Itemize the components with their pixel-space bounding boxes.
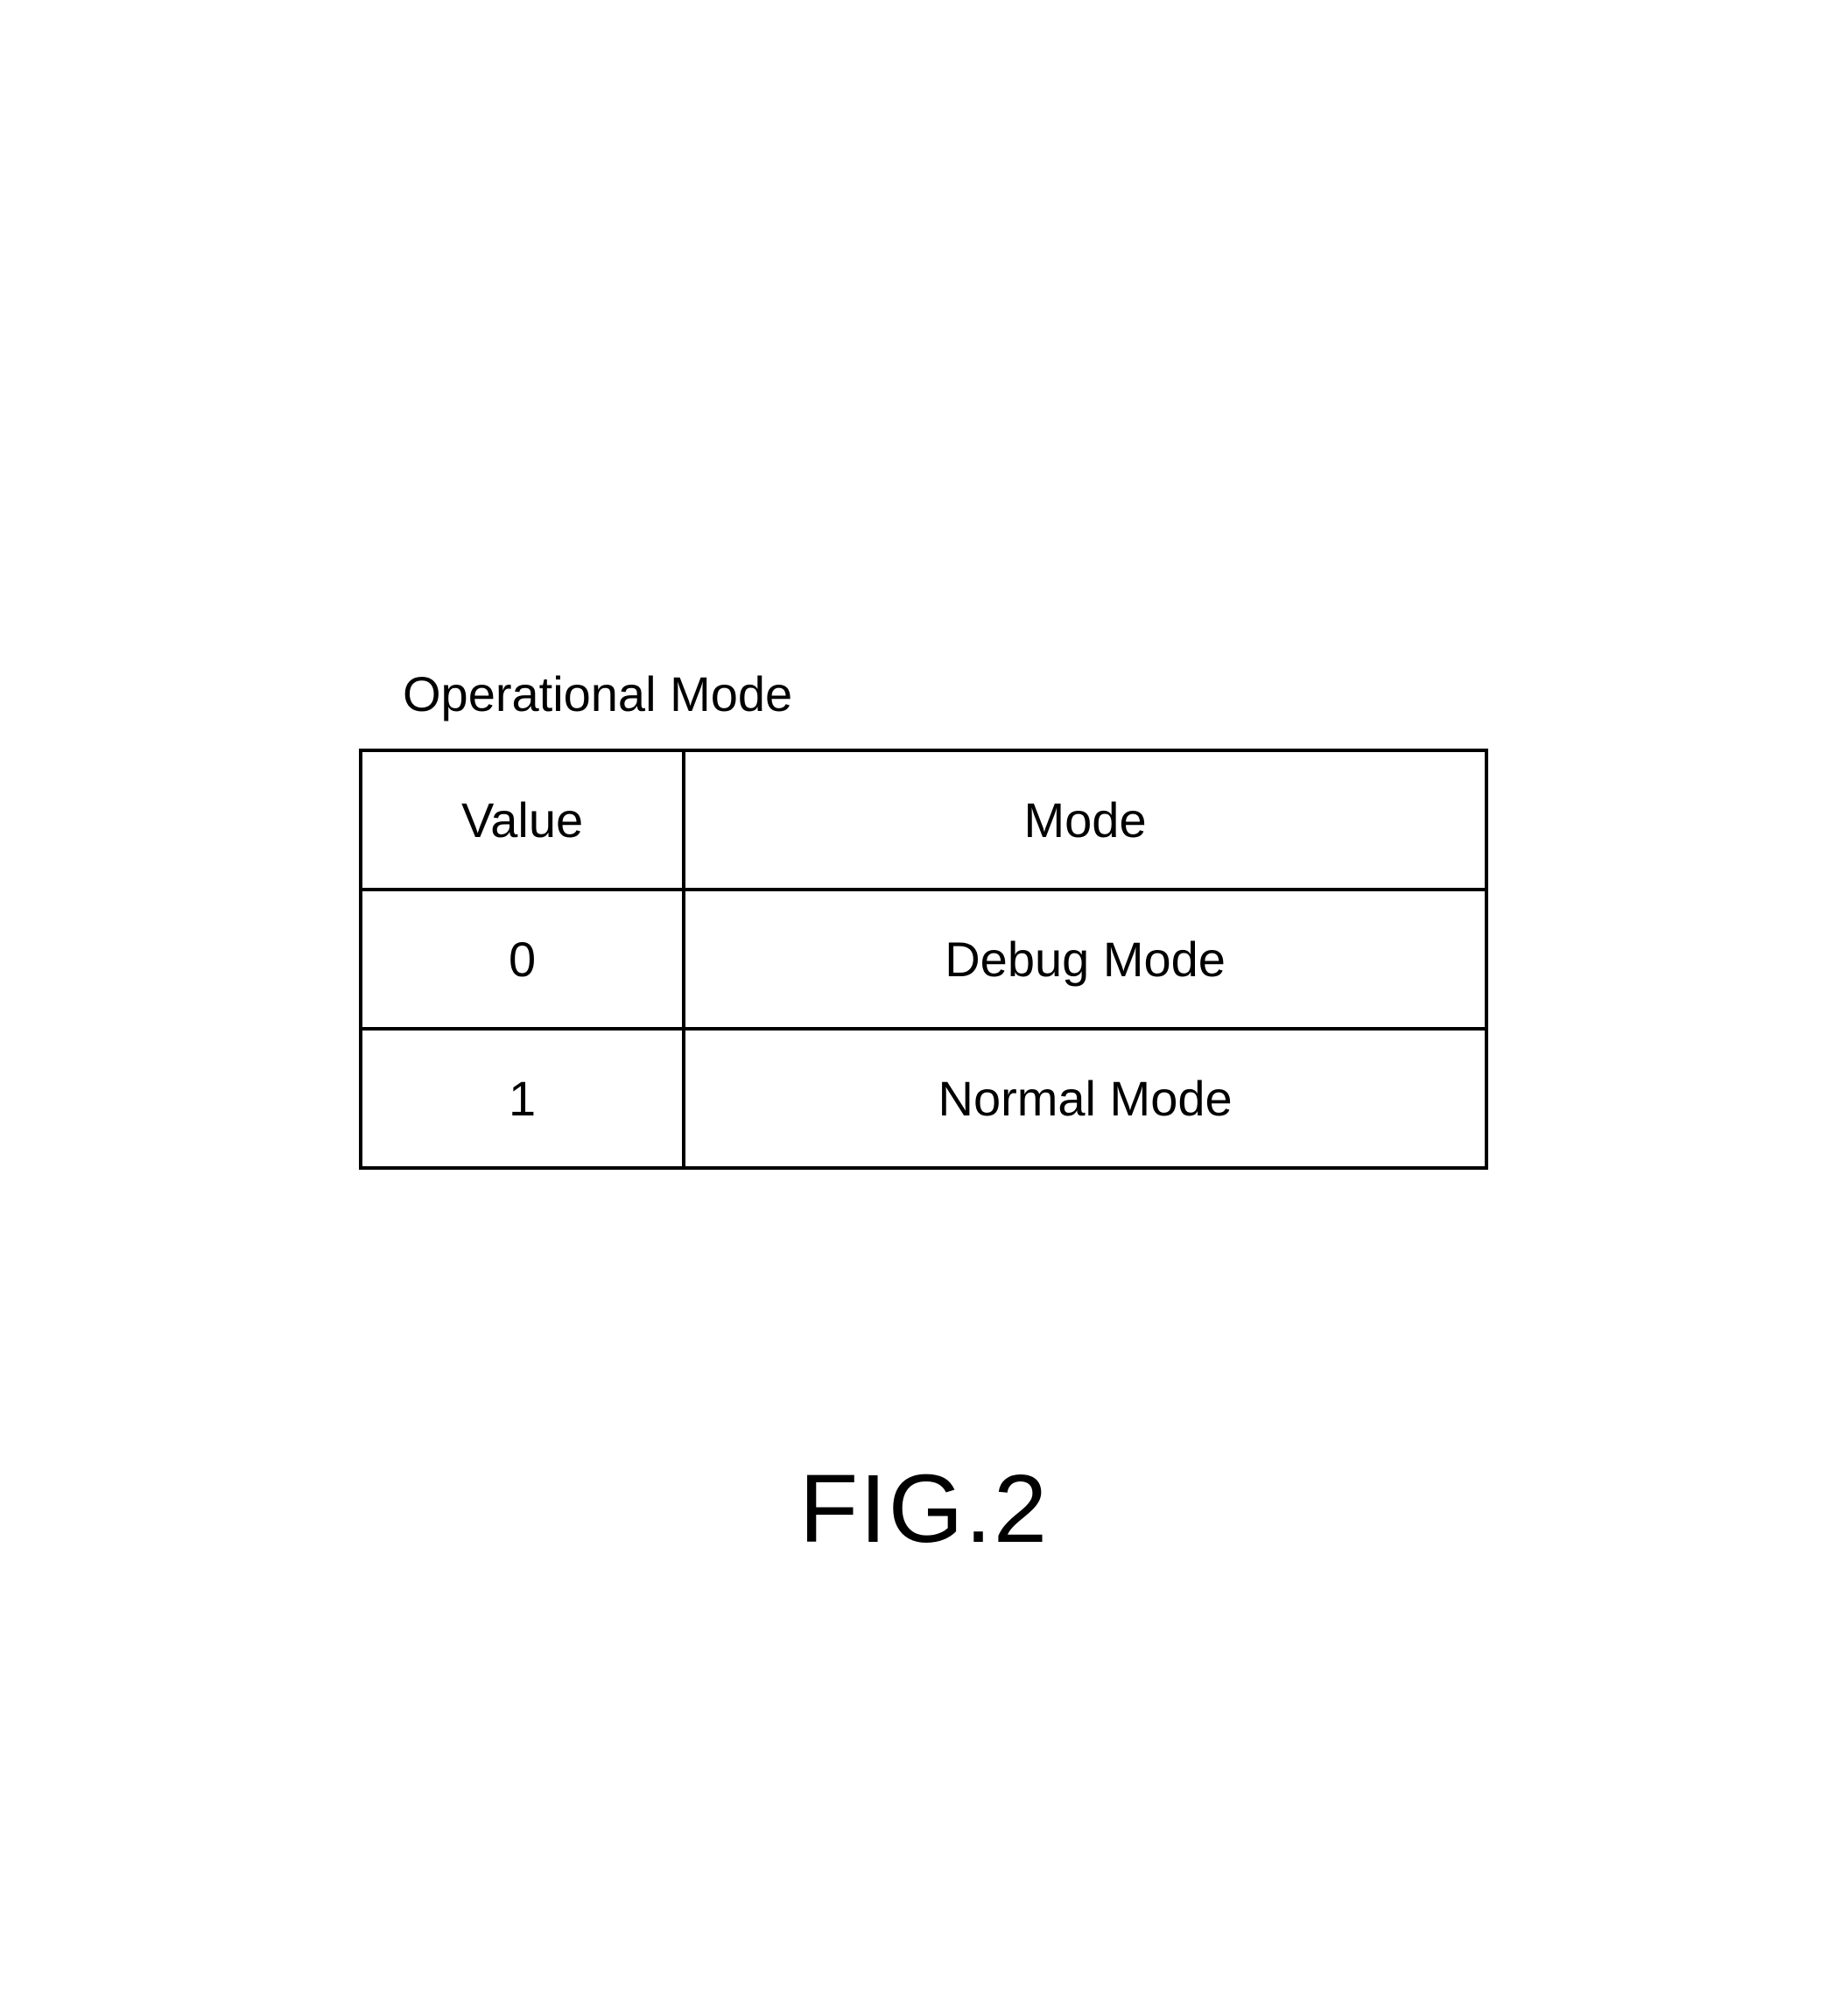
header-value: Value <box>361 750 684 890</box>
table-row: 0 Debug Mode <box>361 890 1486 1029</box>
cell-mode: Normal Mode <box>684 1029 1486 1168</box>
cell-value: 0 <box>361 890 684 1029</box>
figure-label: FIG.2 <box>0 1453 1848 1565</box>
table-section: Operational Mode Value Mode 0 Debug Mode… <box>359 665 1488 1170</box>
table-row: 1 Normal Mode <box>361 1029 1486 1168</box>
header-mode: Mode <box>684 750 1486 890</box>
operational-mode-table: Value Mode 0 Debug Mode 1 Normal Mode <box>359 749 1488 1170</box>
cell-mode: Debug Mode <box>684 890 1486 1029</box>
table-title: Operational Mode <box>403 665 1488 722</box>
table-header-row: Value Mode <box>361 750 1486 890</box>
cell-value: 1 <box>361 1029 684 1168</box>
